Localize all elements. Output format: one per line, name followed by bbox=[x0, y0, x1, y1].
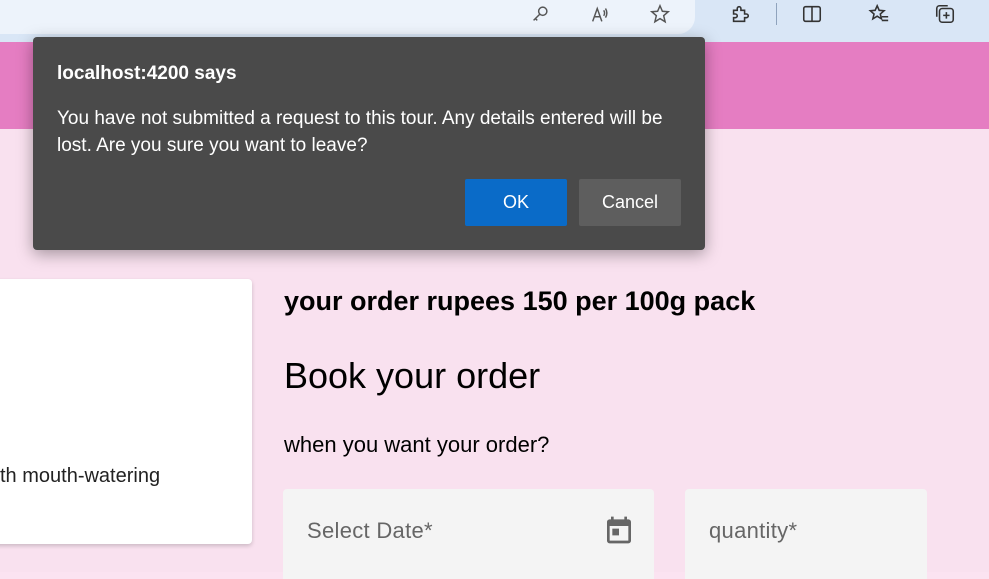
date-prompt: when you want your order? bbox=[284, 432, 550, 457]
dialog-message: You have not submitted a request to this… bbox=[57, 108, 663, 156]
product-card: th mouth-watering bbox=[0, 279, 252, 544]
read-aloud-icon[interactable] bbox=[584, 0, 616, 28]
date-field-label: Select Date* bbox=[307, 518, 433, 543]
date-field[interactable]: Select Date* bbox=[283, 489, 654, 579]
toolbar-separator bbox=[776, 3, 777, 25]
favorite-star-icon[interactable] bbox=[644, 0, 676, 28]
key-icon[interactable] bbox=[524, 0, 556, 28]
split-screen-icon[interactable] bbox=[796, 0, 828, 28]
extensions-icon[interactable] bbox=[724, 0, 756, 28]
price-text: your order rupees 150 per 100g pack bbox=[284, 286, 756, 316]
favorites-icon[interactable] bbox=[863, 0, 895, 28]
quantity-field-label: quantity* bbox=[709, 518, 798, 543]
quantity-field[interactable]: quantity* bbox=[685, 489, 927, 579]
collections-icon[interactable] bbox=[929, 0, 961, 28]
cancel-button[interactable]: Cancel bbox=[579, 179, 681, 226]
confirm-dialog: localhost:4200 says You have not submitt… bbox=[33, 37, 705, 250]
ok-button[interactable]: OK bbox=[465, 179, 567, 226]
booking-title: Book your order bbox=[284, 355, 541, 396]
browser-toolbar bbox=[0, 0, 989, 42]
calendar-icon[interactable] bbox=[603, 514, 635, 546]
product-description: th mouth-watering bbox=[0, 465, 161, 487]
dialog-title: localhost:4200 says bbox=[57, 63, 237, 84]
